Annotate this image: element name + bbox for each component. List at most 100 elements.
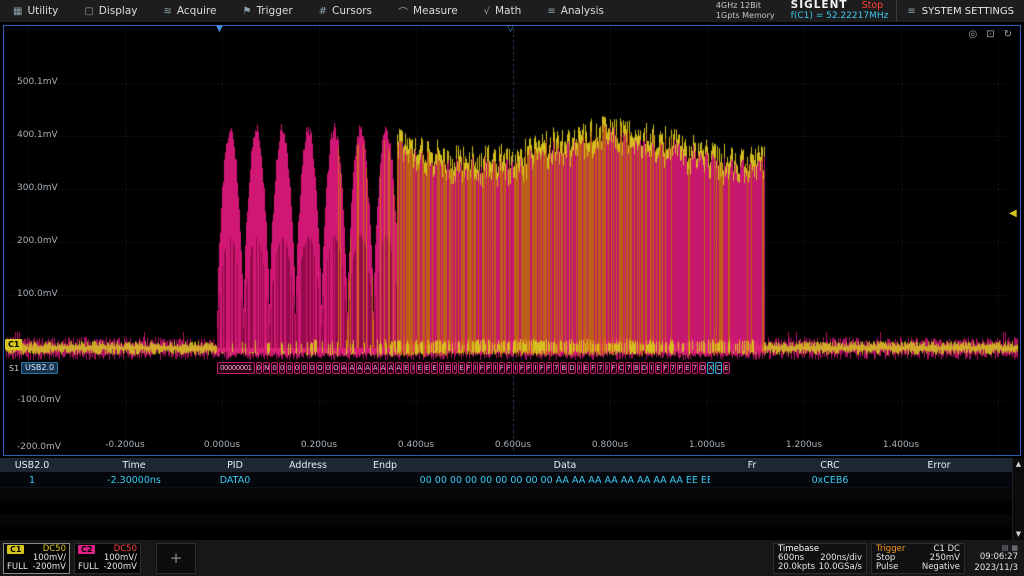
math-icon: √	[484, 6, 490, 17]
delay-reference-marker[interactable]: ▽	[507, 23, 514, 35]
x-axis-label: 1.400us	[883, 440, 919, 450]
clock-time: 09:06:27	[980, 552, 1018, 562]
decode-cell: F	[611, 362, 617, 374]
trigger-flag-icon: ⚑	[242, 6, 251, 17]
refresh-icon[interactable]: ↻	[1004, 29, 1012, 40]
table-header-pid: PID	[204, 458, 266, 472]
menu-item-math[interactable]: √ Math	[471, 0, 535, 22]
table-cell	[350, 473, 420, 487]
decode-cell: 0	[256, 362, 262, 374]
decode-table: USB2.0TimePIDAddressEndpDataFrCRCError 1…	[0, 458, 1024, 540]
decode-cell: D	[641, 362, 648, 374]
decode-cell: A	[372, 362, 379, 374]
table-cell: -2.30000ns	[64, 473, 204, 487]
system-settings-label: SYSTEM SETTINGS	[922, 6, 1014, 17]
decode-cell: N	[263, 362, 270, 374]
scroll-down-button[interactable]: ▼	[1013, 528, 1024, 540]
brand-block: SIGLENT Stop f(C1) = 52.22217MHz	[783, 0, 897, 22]
decode-cell: C	[715, 362, 722, 374]
x-axis-label: 0.200us	[301, 440, 337, 450]
waveform-canvas[interactable]	[4, 26, 1020, 455]
menu-item-trigger[interactable]: ⚑Trigger	[229, 0, 305, 22]
menu-item-cursors[interactable]: # Cursors	[306, 0, 385, 22]
camera-icon[interactable]: ◎	[968, 29, 977, 40]
table-cell: DATA0	[204, 473, 266, 487]
timebase-widget[interactable]: Timebase 600ns 200ns/div 20.0kpts 10.0GS…	[773, 543, 867, 574]
menu-item-analysis[interactable]: ≡Analysis	[534, 0, 617, 22]
trigger-slope: Negative	[922, 563, 960, 572]
table-header-address: Address	[266, 458, 350, 472]
table-scrollbar[interactable]: ▲ ▼	[1012, 458, 1024, 540]
menu-item-label: Analysis	[561, 5, 604, 17]
decode-cell: F	[479, 362, 485, 374]
usb-decode-strip: 000000010N000000O0OAAAAAAAAEIEEEIEIEFIFF…	[217, 362, 731, 374]
menu-item-label: Cursors	[332, 5, 372, 17]
decode-cell: E	[458, 362, 464, 374]
measure-icon: ⌒	[398, 4, 408, 19]
decode-cell: E	[723, 362, 729, 374]
menu-item-acquire[interactable]: ≋Acquire	[151, 0, 230, 22]
waveform-display: ◎⊡↻ ▼ ▽ ◀ C1 S1 USB2.0 000000010N000000O…	[3, 25, 1021, 456]
decode-cell: 7	[692, 362, 698, 374]
bus-protocol-badge[interactable]: USB2.0	[21, 362, 58, 374]
decode-cell: 7	[670, 362, 676, 374]
menu-item-label: Utility	[27, 5, 58, 17]
menu-right-cluster: 4GHz 12Bit 1Gpts Memory SIGLENT Stop f(C…	[708, 0, 1024, 22]
trigger-level-marker[interactable]: ◀	[1009, 208, 1017, 219]
x-axis-label: 1.000us	[689, 440, 725, 450]
timebase-samplerate: 10.0GSa/s	[819, 563, 862, 572]
clock-date: 2023/11/3	[974, 563, 1018, 573]
table-header-usb2.0: USB2.0	[0, 458, 64, 472]
decode-cell: F	[466, 362, 472, 374]
channel-row3: FULL-200mV	[7, 563, 66, 572]
decode-cell: 0	[279, 362, 285, 374]
scroll-up-button[interactable]: ▲	[1013, 458, 1024, 470]
bandwidth-label: FULL	[78, 563, 99, 572]
y-axis-label: 100.0mV	[17, 289, 58, 299]
decode-table-row[interactable]: 1-2.30000nsDATA00x00 00 00 00 00 00 00 0…	[0, 473, 1012, 488]
x-axis-label: 0.800us	[592, 440, 628, 450]
decode-cell: F	[546, 362, 552, 374]
measurement-readout: f(C1) = 52.22217MHz	[791, 12, 889, 22]
oscilloscope-app: ▦Utility▢Display≋Acquire⚑Trigger # Cursors…	[0, 0, 1024, 576]
system-settings-button[interactable]: ≡ SYSTEM SETTINGS	[896, 0, 1024, 22]
x-axis-label: 1.200us	[786, 440, 822, 450]
menu-item-label: Display	[99, 5, 138, 17]
decode-cell: 0	[294, 362, 300, 374]
y-axis-label: -200.0mV	[17, 442, 61, 452]
x-axis-label: 0.400us	[398, 440, 434, 450]
menu-item-measure[interactable]: ⌒Measure	[385, 0, 471, 22]
menu-item-label: Math	[495, 5, 521, 17]
decode-cell: 0	[325, 362, 331, 374]
acquire-icon: ≋	[164, 6, 172, 17]
y-axis-label: 200.0mV	[17, 236, 58, 246]
decode-cell: I	[513, 362, 518, 374]
channel1-ground-marker[interactable]: C1	[5, 339, 22, 350]
add-channel-button[interactable]: +	[156, 543, 196, 574]
menu-item-display[interactable]: ▢Display	[71, 0, 150, 22]
channel-badge: C1	[7, 545, 24, 554]
zoom-box-icon[interactable]: ⊡	[986, 29, 994, 40]
trigger-widget[interactable]: Trigger C1 DC Stop 250mV Pulse Negative	[871, 543, 965, 574]
cursors-icon: #	[319, 6, 327, 17]
decode-cell: 00000001	[217, 362, 255, 374]
decode-cell: 7	[597, 362, 603, 374]
menu-item-utility[interactable]: ▦Utility	[0, 0, 71, 22]
table-cell	[710, 473, 794, 487]
decode-cell: E	[416, 362, 422, 374]
menu-bar: ▦Utility▢Display≋Acquire⚑Trigger # Cursors…	[0, 0, 1024, 22]
siglent-logo: SIGLENT	[791, 0, 848, 11]
table-empty-row	[0, 501, 1012, 514]
plot-toolbar: ◎ ⊡ ↻	[968, 29, 1012, 40]
table-header-error: Error	[866, 458, 1012, 472]
channel-widget-c2[interactable]: C2DC50100mV/FULL-200mV	[74, 543, 141, 574]
decode-cell: A	[387, 362, 394, 374]
channel-widget-c1[interactable]: C1DC50100mV/FULL-200mV	[3, 543, 70, 574]
decode-table-header: USB2.0TimePIDAddressEndpDataFrCRCError	[0, 458, 1012, 473]
decode-cell: D	[568, 362, 575, 374]
memory-line1: 4GHz 12Bit	[716, 1, 775, 11]
trigger-position-marker[interactable]: ▼	[216, 23, 223, 35]
decode-cell: F	[590, 362, 596, 374]
decode-cell: E	[431, 362, 437, 374]
decode-cell: F	[519, 362, 525, 374]
